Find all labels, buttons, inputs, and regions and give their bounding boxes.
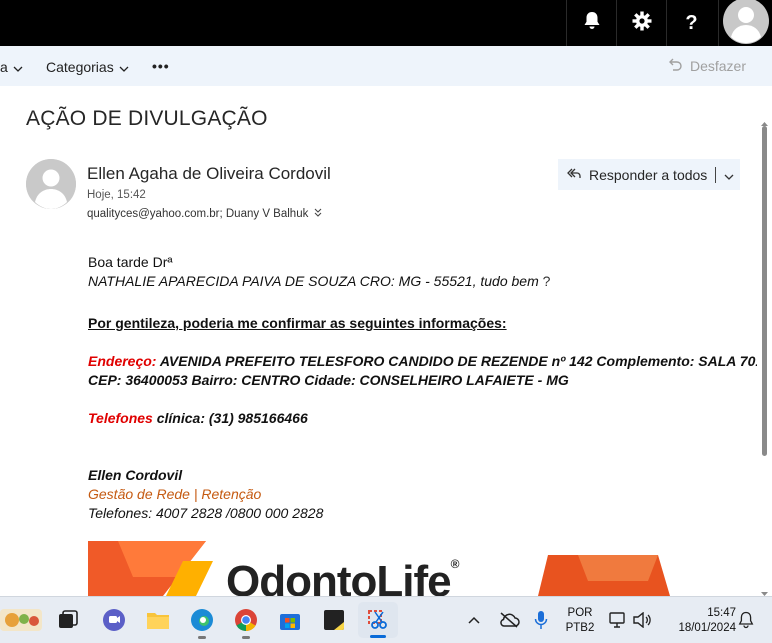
more-options-button[interactable]: ••• [152,58,170,74]
windows-taskbar: POR PTB2 15:47 18/01/2024 [0,596,772,643]
greeting: Boa tarde Drª [88,254,173,270]
address-line-1: Endereço: AVENIDA PREFEITO TELESFORO CAN… [88,353,764,369]
reply-all-icon [566,166,581,183]
help-icon: ? [685,11,698,34]
undo-icon [668,57,682,74]
speaker-icon[interactable] [630,606,654,634]
settings-button[interactable] [616,0,666,46]
running-indicator [198,636,206,639]
message-subject: AÇÃO DE DIVULGAÇÃO [26,107,268,130]
snipping-tool-icon[interactable] [358,602,398,638]
chevron-down-icon [119,59,129,75]
request-line: Por gentileza, poderia me confirmar as s… [88,315,507,331]
sender-avatar[interactable] [26,159,76,209]
gear-icon [632,11,652,36]
top-app-bar: ? [0,0,772,46]
avatar [722,0,770,49]
address-line-2: CEP: 36400053 Bairro: CENTRO Cidade: CON… [88,372,569,388]
divider [715,166,717,183]
scrollbar-thumb[interactable] [762,126,767,456]
running-indicator [242,636,250,639]
microphone-icon[interactable] [528,606,554,634]
odontolife-logo: OdontoLife® [226,557,459,596]
chevron-up-icon[interactable] [464,606,484,634]
sent-time: Hoje, 15:42 [87,189,146,201]
chevron-down-icon [13,59,23,75]
command-bar: a Categorias ••• Desfazer [0,46,772,86]
store-icon[interactable] [276,606,304,634]
active-indicator [370,635,386,638]
edge-icon[interactable] [188,606,216,639]
signature-phones: Telefones: 4007 2828 /0800 000 2828 [88,505,324,521]
recipient-name-line: NATHALIE APARECIDA PAIVA DE SOUZA CRO: M… [88,273,551,289]
notifications-button[interactable] [566,0,616,46]
input-language[interactable]: POR PTB2 [560,606,600,636]
recipients[interactable]: qualityces@yahoo.com.br; Duany V Balhuk [87,208,322,220]
cloud-offline-icon[interactable] [496,606,522,634]
signature-role: Gestão de Rede | Retenção [88,486,262,502]
help-button[interactable]: ? [666,0,716,46]
task-view-icon[interactable] [54,606,82,634]
chevron-down-icon[interactable] [724,167,734,183]
categories-button[interactable]: Categorias [46,59,129,75]
signature-name: Ellen Cordovil [88,467,183,483]
phones-line: Telefones clínica: (31) 985166466 [88,410,308,426]
vertical-scrollbar[interactable] [757,86,772,596]
reply-all-button[interactable]: Responder a todos [558,159,740,190]
signature-logo-banner: OdontoLife® [88,541,688,596]
account-avatar-button[interactable] [718,0,772,46]
truncated-menu-item[interactable]: a [0,59,23,75]
teams-chat-icon[interactable] [100,606,128,634]
reading-pane: AÇÃO DE DIVULGAÇÃO Ellen Agaha de Olivei… [0,86,772,596]
widgets-button[interactable] [0,606,42,634]
undo-button[interactable]: Desfazer [668,57,746,74]
network-display-icon[interactable] [606,606,630,634]
file-explorer-icon[interactable] [144,606,172,634]
chevron-down-double-icon [314,208,322,220]
bell-icon [583,11,601,36]
sender-name[interactable]: Ellen Agaha de Oliveira Cordovil [87,164,331,184]
sticky-notes-icon[interactable] [320,606,348,634]
clock[interactable]: 15:47 18/01/2024 [660,606,736,636]
chrome-icon[interactable] [232,606,260,639]
notification-bell-icon[interactable] [734,606,758,634]
